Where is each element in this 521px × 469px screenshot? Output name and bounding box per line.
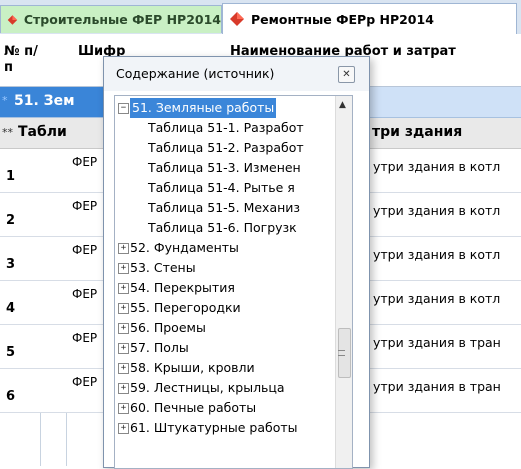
row-desc: утри здания в тран <box>373 335 501 350</box>
tab-bar: Строительные ФЕР НР2014 Ремонтные ФЕРр Н… <box>0 0 521 35</box>
expand-icon[interactable]: + <box>118 343 129 354</box>
tab-label: Ремонтные ФЕРр НР2014 <box>251 11 434 27</box>
tree-node-label: 59. Лестницы, крыльца <box>130 380 285 395</box>
dialog-title: Содержание (источник) <box>116 66 275 81</box>
section-label: 51. Зем <box>14 93 75 109</box>
expand-icon[interactable]: + <box>118 283 129 294</box>
section-marker: * <box>2 94 8 107</box>
tree-node-label: Таблица 51-2. Разработ <box>148 140 304 155</box>
row-num: 3 <box>6 257 16 272</box>
row-code: ФЕР <box>72 331 98 345</box>
row-desc: утри здания в котл <box>373 291 501 306</box>
tree-node-label: Таблица 51-1. Разработ <box>148 120 304 135</box>
tree-node-label: 51. Земляные работы <box>130 98 277 118</box>
row-code: ФЕР <box>72 243 98 257</box>
tree-node-label: Таблица 51-3. Изменен <box>148 160 301 175</box>
subsection-marker: ** <box>2 126 13 139</box>
expand-icon[interactable]: + <box>118 423 129 434</box>
row-desc: утри здания в тран <box>373 379 501 394</box>
tab-label: Строительные ФЕР НР2014 <box>23 12 221 27</box>
expand-icon[interactable]: + <box>118 363 129 374</box>
expand-icon[interactable]: + <box>118 323 129 334</box>
row-num: 1 <box>6 169 16 184</box>
row-code: ФЕР <box>72 199 98 213</box>
tree-node-label: Таблица 51-5. Механиз <box>148 200 301 215</box>
diamond-icon <box>230 12 244 26</box>
tree-node-label: 55. Перегородки <box>130 300 241 315</box>
tree-node-label: 61. Штукатурные работы <box>130 420 298 435</box>
tree-node-label: 52. Фундаменты <box>130 240 239 255</box>
dialog-titlebar[interactable]: Содержание (источник) ✕ <box>104 57 369 91</box>
header-num[interactable]: № п/п <box>4 44 40 76</box>
tab-construction-fer[interactable]: Строительные ФЕР НР2014 <box>0 5 222 33</box>
contents-dialog: Содержание (источник) ✕ − 51. Земляные р… <box>103 56 370 469</box>
row-desc: утри здания в котл <box>373 159 501 174</box>
expand-icon[interactable]: + <box>118 303 129 314</box>
tree-node-label: 53. Стены <box>130 260 196 275</box>
contents-tree: − 51. Земляные работы Таблица 51-1. Разр… <box>114 95 353 469</box>
tree-node-label: Таблица 51-6. Погрузк <box>148 220 297 235</box>
subsection-label: Табли <box>18 124 67 140</box>
tree-node-label: 60. Печные работы <box>130 400 257 415</box>
row-num: 5 <box>6 345 16 360</box>
subsection-suffix: три здания <box>372 124 463 140</box>
diamond-icon <box>7 14 18 25</box>
close-icon[interactable]: ✕ <box>338 66 355 83</box>
expand-icon[interactable]: + <box>118 263 129 274</box>
row-code: ФЕР <box>72 287 98 301</box>
row-code: ФЕР <box>72 375 98 389</box>
row-num: 6 <box>6 389 16 404</box>
tab-repair-ferr[interactable]: Ремонтные ФЕРр НР2014 <box>222 3 517 34</box>
tree-node-label: Таблица 51-4. Рытье я <box>148 180 295 195</box>
row-code: ФЕР <box>72 155 98 169</box>
tree-scrollbar[interactable]: ▲ <box>335 96 352 468</box>
tree-node-label: 56. Проемы <box>130 320 206 335</box>
row-desc: утри здания в котл <box>373 247 501 262</box>
collapse-icon[interactable]: − <box>118 103 129 114</box>
row-desc: утри здания в котл <box>373 203 501 218</box>
expand-icon[interactable]: + <box>118 243 129 254</box>
expand-icon[interactable]: + <box>118 383 129 394</box>
row-num: 2 <box>6 213 16 228</box>
tree-node-label: 54. Перекрытия <box>130 280 235 295</box>
tree-node-label: 57. Полы <box>130 340 189 355</box>
tree-node-label: 58. Крыши, кровли <box>130 360 255 375</box>
row-num: 4 <box>6 301 16 316</box>
scroll-up-icon[interactable]: ▲ <box>339 100 346 110</box>
scrollbar-grip <box>338 350 345 356</box>
expand-icon[interactable]: + <box>118 403 129 414</box>
